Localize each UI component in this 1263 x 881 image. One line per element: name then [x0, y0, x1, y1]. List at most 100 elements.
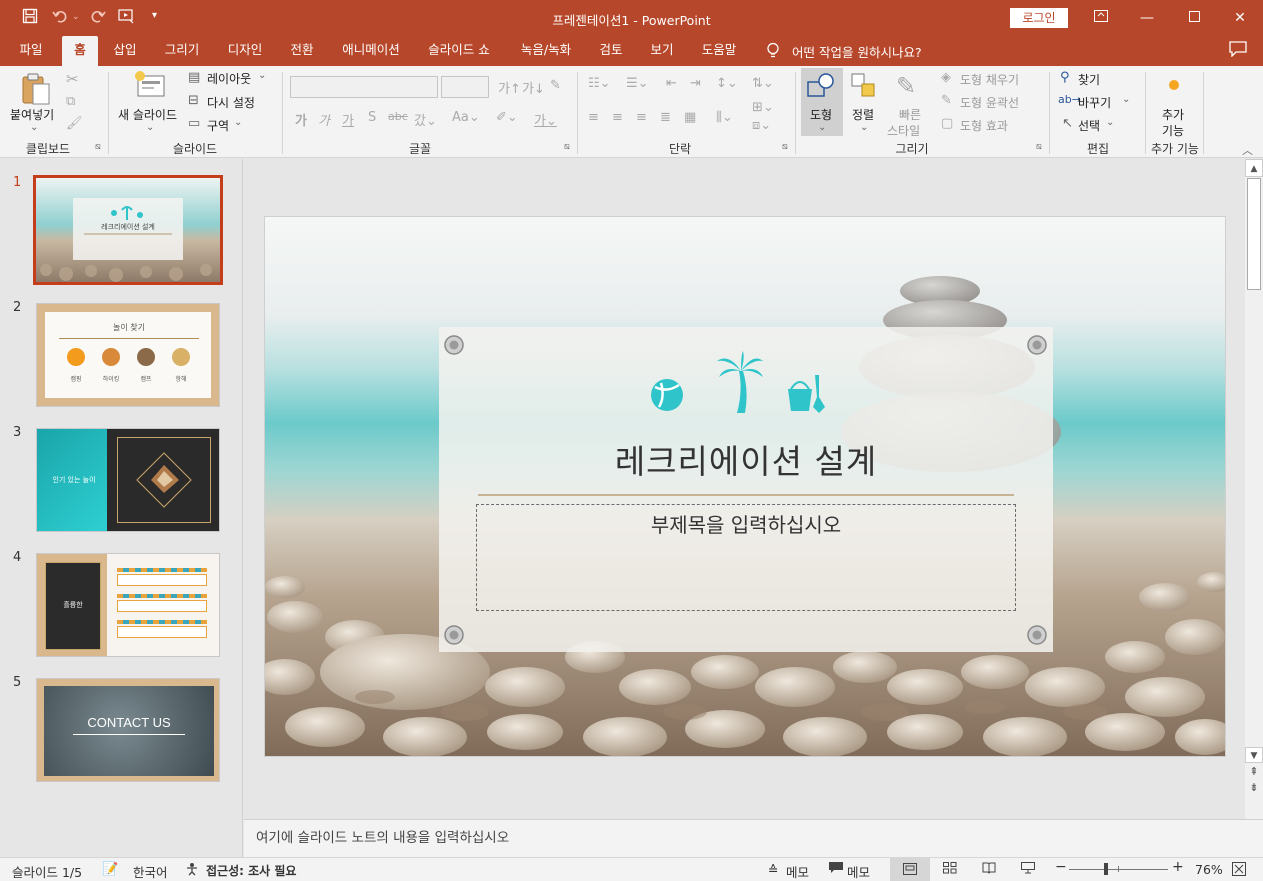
distributed-icon[interactable]: ▦	[684, 110, 696, 125]
quick-styles-label-1[interactable]: 빠른	[899, 106, 921, 123]
tab-file[interactable]: 파일	[10, 36, 52, 66]
shape-effects-label[interactable]: 도형 효과	[960, 117, 1008, 134]
align-center-icon[interactable]: ≡	[612, 110, 623, 125]
tab-design[interactable]: 디자인	[220, 36, 270, 66]
paste-label[interactable]: 붙여넣기	[10, 106, 54, 123]
increase-indent-icon[interactable]: ⇥	[690, 76, 701, 91]
notes-toggle-label[interactable]: 메모	[786, 862, 809, 881]
save-icon[interactable]	[22, 8, 38, 28]
select-dropdown-icon[interactable]: ⌄	[1106, 117, 1114, 128]
slide-thumbnail-3[interactable]: 인기 있는 놀이	[36, 428, 220, 532]
slide-sorter-icon[interactable]	[943, 862, 957, 877]
scroll-thumb[interactable]	[1247, 178, 1261, 290]
shape-fill-label[interactable]: 도형 채우기	[960, 71, 1019, 88]
collapse-ribbon-icon[interactable]: ︿	[1242, 142, 1253, 158]
italic-icon[interactable]: 가	[318, 110, 330, 129]
accessibility-icon[interactable]	[185, 862, 201, 879]
close-icon[interactable]: ✕	[1226, 6, 1254, 30]
comments-toggle-icon[interactable]	[829, 862, 843, 877]
tab-home[interactable]: 홈	[62, 36, 98, 66]
undo-icon[interactable]	[52, 8, 68, 28]
underline-icon[interactable]: 가	[342, 110, 354, 129]
font-name-dropdown[interactable]	[290, 76, 438, 98]
section-label[interactable]: 구역	[207, 117, 229, 134]
section-icon[interactable]: ▭	[188, 116, 200, 131]
tab-record[interactable]: 녹음/녹화	[512, 36, 580, 66]
shape-fill-icon[interactable]: ◈	[941, 70, 951, 85]
change-case-icon[interactable]: Aa⌄	[452, 110, 480, 125]
replace-label[interactable]: 바꾸기	[1078, 94, 1111, 111]
slide-title[interactable]: 레크리에이션 설계	[439, 435, 1053, 483]
decrease-indent-icon[interactable]: ⇤	[666, 76, 677, 91]
ribbon-display-options-icon[interactable]	[1087, 6, 1115, 30]
shape-outline-label[interactable]: 도형 윤곽선	[960, 94, 1019, 111]
notes-toggle-icon[interactable]: ≙	[768, 862, 778, 877]
notes-pane[interactable]: 여기에 슬라이드 노트의 내용을 입력하십시오	[244, 819, 1263, 857]
tab-review[interactable]: 검토	[592, 36, 630, 66]
paste-dropdown-icon[interactable]: ⌄	[30, 122, 38, 133]
bullets-icon[interactable]: ☷⌄	[588, 76, 611, 91]
accessibility-status[interactable]: 접근성: 조사 필요	[206, 862, 296, 879]
align-left-icon[interactable]: ≡	[588, 110, 599, 125]
tab-insert[interactable]: 삽입	[104, 36, 146, 66]
cut-icon[interactable]: ✂	[66, 70, 79, 88]
replace-dropdown-icon[interactable]: ⌄	[1122, 94, 1130, 105]
drawing-launcher-icon[interactable]: ⧅	[1036, 142, 1042, 152]
reset-icon[interactable]: ⊟	[188, 93, 199, 108]
columns-icon[interactable]: ⫼⌄	[716, 110, 733, 125]
lightbulb-icon[interactable]	[766, 42, 780, 63]
text-direction-icon[interactable]: ⇅⌄	[752, 76, 774, 91]
minimize-icon[interactable]: —	[1133, 6, 1161, 30]
maximize-icon[interactable]	[1180, 6, 1208, 30]
new-slide-label[interactable]: 새 슬라이드	[118, 106, 177, 123]
tab-animations[interactable]: 애니메이션	[334, 36, 408, 66]
shapes-label[interactable]: 도형	[810, 106, 832, 123]
normal-view-button[interactable]	[890, 858, 930, 881]
tell-me-search[interactable]: 어떤 작업을 원하시나요?	[792, 42, 922, 61]
slide-thumbnail-5[interactable]: CONTACT US	[36, 678, 220, 782]
subtitle-placeholder[interactable]: 부제목을 입력하십시오	[476, 504, 1016, 611]
next-slide-icon[interactable]: ⇟	[1245, 781, 1263, 797]
clear-formatting-icon[interactable]: ✎	[550, 78, 561, 93]
addins-icon[interactable]	[1167, 78, 1181, 96]
strikethrough-icon[interactable]: abc	[388, 110, 408, 123]
shapes-dropdown-icon[interactable]: ⌄	[818, 122, 826, 133]
section-dropdown-icon[interactable]: ⌄	[234, 117, 242, 128]
slide-thumbnail-4[interactable]: 흘륭한	[36, 553, 220, 657]
smartart-icon[interactable]: ⧈⌄	[752, 118, 771, 133]
shadow-icon[interactable]: S	[368, 110, 376, 125]
reset-label[interactable]: 다시 설정	[207, 94, 255, 111]
comments-toggle-label[interactable]: 메모	[847, 862, 870, 881]
new-slide-dropdown-icon[interactable]: ⌄	[146, 122, 154, 133]
customize-qat-icon[interactable]: ▾	[152, 10, 157, 21]
fit-to-window-icon[interactable]	[1232, 862, 1246, 879]
font-size-dropdown[interactable]	[441, 76, 489, 98]
arrange-icon[interactable]	[850, 72, 878, 104]
numbering-icon[interactable]: ☰⌄	[626, 76, 649, 91]
find-label[interactable]: 찾기	[1078, 71, 1100, 88]
tab-transitions[interactable]: 전환	[282, 36, 322, 66]
addins-label-2[interactable]: 기능	[1162, 122, 1184, 139]
spell-check-icon[interactable]: 📝	[102, 862, 118, 877]
font-color-icon[interactable]: 가⌄	[534, 110, 557, 129]
reading-view-icon[interactable]	[982, 862, 996, 877]
shape-effects-icon[interactable]: ▢	[941, 116, 953, 131]
font-launcher-icon[interactable]: ⧅	[564, 142, 570, 152]
slide-thumbnail-1[interactable]: 레크리에이션 설계	[33, 175, 223, 285]
vertical-scrollbar[interactable]: ▲ ▼ ⇞ ⇟	[1245, 159, 1263, 819]
tab-help[interactable]: 도움말	[694, 36, 744, 66]
zoom-slider-thumb[interactable]	[1104, 863, 1108, 875]
zoom-in-button[interactable]: +	[1172, 859, 1184, 875]
previous-slide-icon[interactable]: ⇞	[1245, 765, 1263, 781]
align-right-icon[interactable]: ≡	[636, 110, 647, 125]
scroll-up-icon[interactable]: ▲	[1245, 159, 1263, 177]
present-from-start-icon[interactable]	[118, 8, 136, 28]
arrange-label[interactable]: 정렬	[852, 106, 874, 123]
scroll-down-icon[interactable]: ▼	[1245, 747, 1263, 763]
decrease-font-icon[interactable]: 가↓	[522, 78, 545, 97]
line-spacing-icon[interactable]: ↕⌄	[716, 76, 738, 91]
tab-slide-show[interactable]: 슬라이드 쇼	[420, 36, 498, 66]
layout-dropdown-icon[interactable]: ⌄	[258, 70, 266, 81]
language-label[interactable]: 한국어	[133, 862, 168, 881]
character-spacing-icon[interactable]: 갔⌄	[414, 110, 437, 129]
